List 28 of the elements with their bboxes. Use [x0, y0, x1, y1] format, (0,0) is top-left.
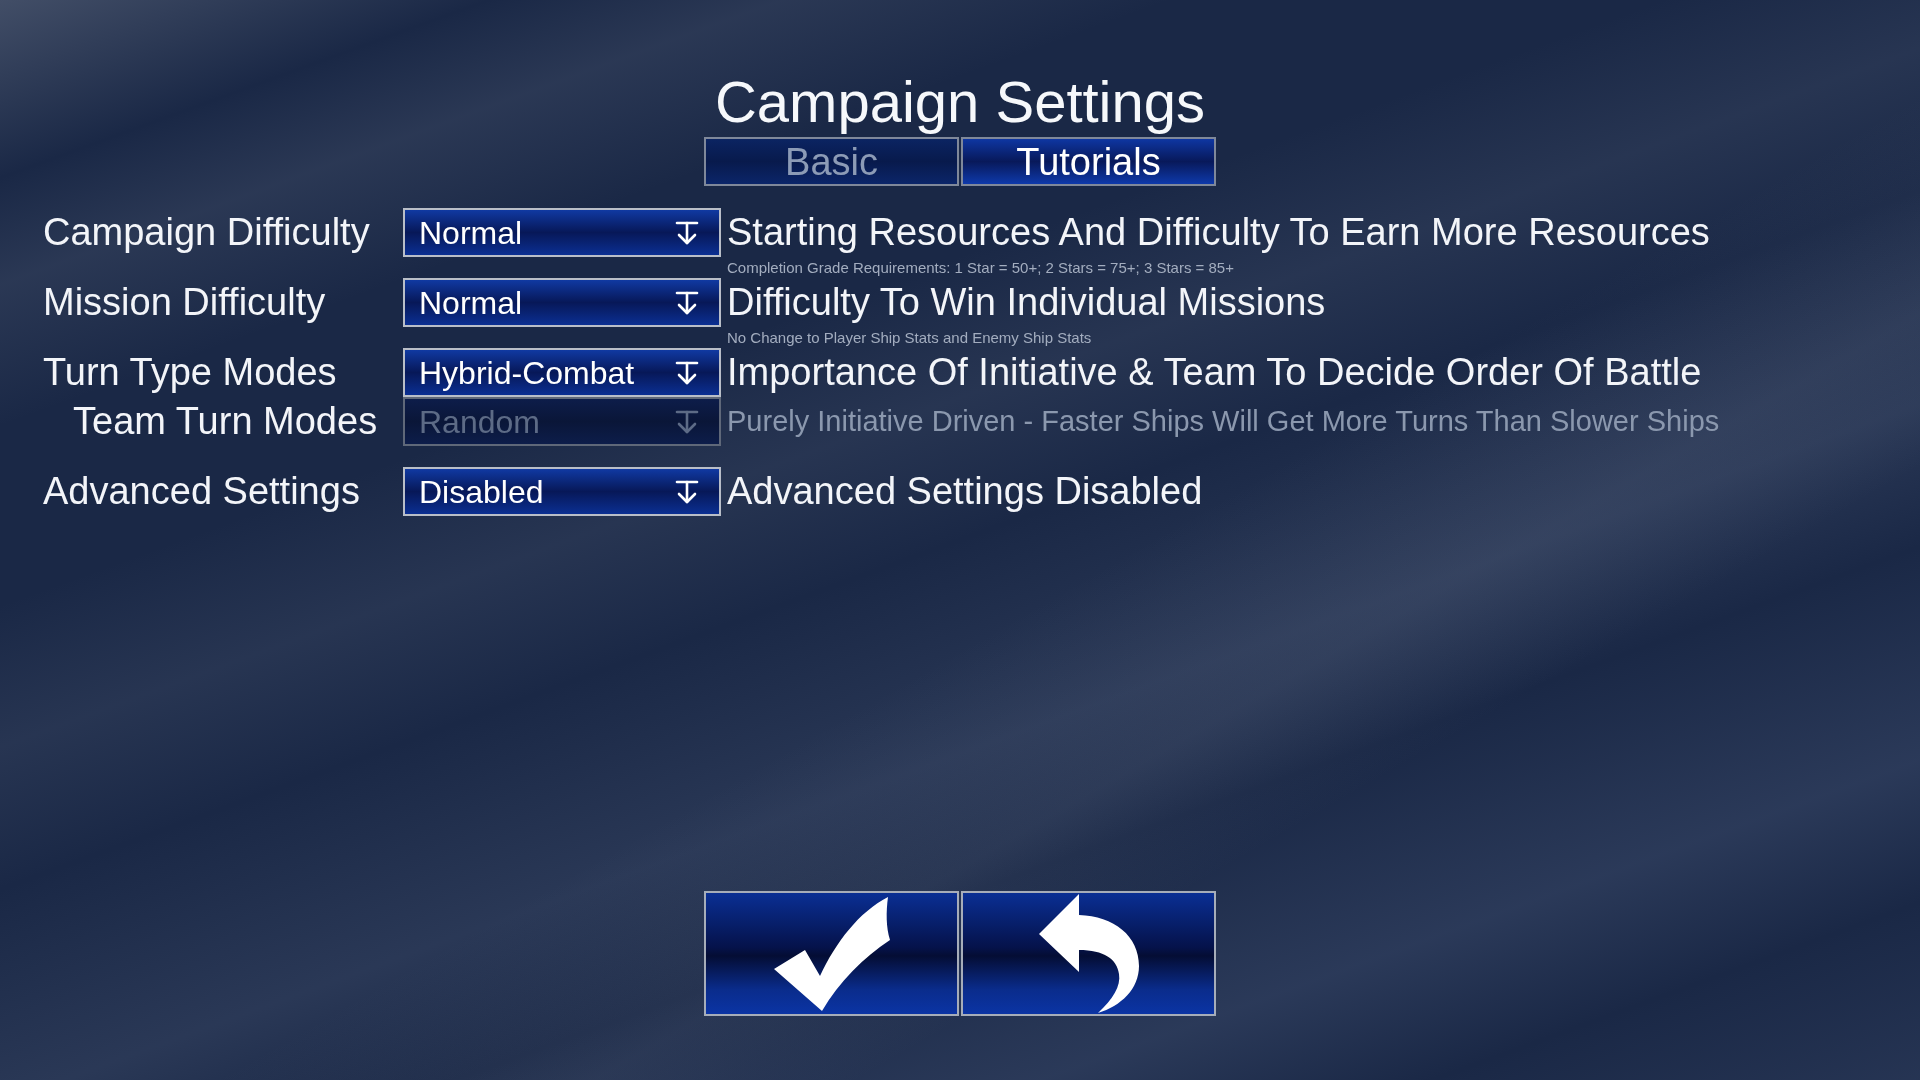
setting-description: Importance Of Initiative & Team To Decide Order Of Battle	[727, 350, 1702, 395]
dropdown-select[interactable]: Normal	[403, 278, 721, 327]
setting-description: Purely Initiative Driven - Faster Ships Will Get More Turns Than Slower Ships	[727, 404, 1720, 439]
confirm-button[interactable]	[704, 891, 959, 1016]
setting-description: Starting Resources And Difficulty To Earn More Resources	[727, 210, 1710, 255]
setting-label: Campaign Difficulty	[43, 210, 370, 255]
setting-description: Difficulty To Win Individual Missions	[727, 280, 1326, 325]
setting-description: Advanced Settings Disabled	[727, 469, 1203, 514]
setting-label: Team Turn Modes	[73, 399, 378, 444]
dropdown-select[interactable]: Normal	[403, 208, 721, 257]
setting-label: Mission Difficulty	[43, 280, 326, 325]
screen-title: Campaign Settings	[714, 68, 1206, 136]
back-button[interactable]	[961, 891, 1216, 1016]
check-icon	[773, 896, 890, 1011]
caret-icon	[675, 220, 699, 245]
caret-icon	[675, 360, 699, 385]
dropdown-select[interactable]: Disabled	[403, 467, 721, 516]
caret-icon	[675, 290, 699, 315]
setting-label: Turn Type Modes	[43, 350, 337, 395]
dropdown-select[interactable]: Hybrid-Combat	[403, 348, 721, 397]
setting-label: Advanced Settings	[43, 469, 360, 514]
tab[interactable]: Tutorials	[961, 137, 1216, 186]
tab[interactable]: Basic	[704, 137, 959, 186]
curved-arrow-icon	[1038, 894, 1139, 1013]
caret-icon	[675, 409, 699, 434]
setting-note: No Change to Player Ship Stats and Enemy Ship Stats	[727, 328, 1092, 348]
setting-note: Completion Grade Requirements: 1 Star = 50+; 2 Stars = 75+; 3 Stars = 85+	[727, 258, 1234, 278]
caret-icon	[675, 479, 699, 504]
